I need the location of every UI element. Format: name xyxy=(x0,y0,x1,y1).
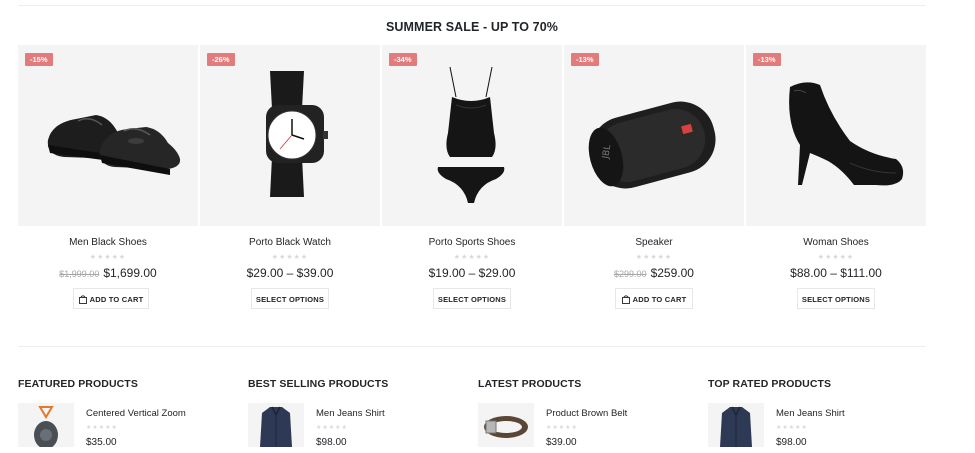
item-price: $35.00 xyxy=(86,437,117,448)
product-name[interactable]: Woman Shoes xyxy=(746,237,926,248)
product-name[interactable]: Porto Sports Shoes xyxy=(382,237,562,248)
product-image[interactable]: -26% xyxy=(200,45,380,226)
product-thumbnail[interactable] xyxy=(248,403,304,447)
section-divider xyxy=(18,346,926,347)
product-name[interactable]: Porto Black Watch xyxy=(200,237,380,248)
product-price: $88.00 – $111.00 xyxy=(746,266,926,280)
list-item[interactable]: Men Jeans Shirt ★★★★★ $98.00 xyxy=(248,403,468,453)
list-item[interactable]: Product Brown Belt ★★★★★ $39.00 xyxy=(478,403,698,453)
item-name[interactable]: Men Jeans Shirt xyxy=(316,408,385,419)
sale-price: $259.00 xyxy=(650,266,694,280)
product-image[interactable]: -13% xyxy=(746,45,926,226)
woman-shoe-image xyxy=(789,82,904,186)
button-label: ADD TO CART xyxy=(632,295,687,304)
product-grid: -15% Men Black Shoes ★★★★★ $1,999.00 $1,6… xyxy=(18,45,928,315)
featured-products-column: FEATURED PRODUCTS Centered Vertical Zoom… xyxy=(18,378,238,448)
discount-badge: -13% xyxy=(571,53,599,66)
product-thumbnail[interactable] xyxy=(18,403,74,447)
discount-badge: -15% xyxy=(25,53,53,66)
add-to-cart-button[interactable]: ADD TO CART xyxy=(615,288,693,309)
product-card[interactable]: -34% Porto Sports Shoes ★★★★★ $19.00 – $… xyxy=(382,45,562,315)
product-image[interactable]: JBL -13% xyxy=(564,45,744,226)
product-price: $299.00 $259.00 xyxy=(564,266,744,280)
latest-products-column: LATEST PRODUCTS Product Brown Belt ★★★★★… xyxy=(478,378,698,448)
rating-stars: ★★★★★ xyxy=(316,425,348,431)
discount-badge: -13% xyxy=(753,53,781,66)
select-options-button[interactable]: SELECT OPTIONS xyxy=(251,288,329,309)
top-divider xyxy=(18,5,926,6)
product-card[interactable]: -26% Porto Black Watch ★★★★★ $29.00 – $3… xyxy=(200,45,380,315)
list-item[interactable]: Men Jeans Shirt ★★★★★ $98.00 xyxy=(708,403,928,453)
select-options-button[interactable]: SELECT OPTIONS xyxy=(797,288,875,309)
item-name[interactable]: Product Brown Belt xyxy=(546,408,627,419)
old-price: $1,999.00 xyxy=(59,269,100,279)
speaker-image: JBL xyxy=(588,101,716,189)
product-name[interactable]: Men Black Shoes xyxy=(18,237,198,248)
column-title: BEST SELLING PRODUCTS xyxy=(248,378,389,390)
item-name[interactable]: Men Jeans Shirt xyxy=(776,408,845,419)
price-range: $88.00 – $111.00 xyxy=(790,266,882,280)
column-title: FEATURED PRODUCTS xyxy=(18,378,138,390)
belt-icon xyxy=(484,416,528,438)
item-price: $98.00 xyxy=(316,437,347,448)
old-price: $299.00 xyxy=(614,269,647,279)
product-image[interactable]: -34% xyxy=(382,45,562,226)
bag-icon xyxy=(621,294,630,304)
sale-price: $1,699.00 xyxy=(103,266,157,280)
column-title: LATEST PRODUCTS xyxy=(478,378,582,390)
product-card[interactable]: -15% Men Black Shoes ★★★★★ $1,999.00 $1,6… xyxy=(18,45,198,315)
list-item[interactable]: Centered Vertical Zoom ★★★★★ $35.00 xyxy=(18,403,238,453)
shirt-icon xyxy=(260,406,292,447)
product-card[interactable]: JBL -13% Speaker ★★★★★ $299.00 $259.00 AD… xyxy=(564,45,744,315)
select-options-button[interactable]: SELECT OPTIONS xyxy=(433,288,511,309)
watch-image xyxy=(266,71,328,197)
best-selling-column: BEST SELLING PRODUCTS Men Jeans Shirt ★★… xyxy=(248,378,468,448)
rating-stars: ★★★★★ xyxy=(453,254,491,261)
rating-stars: ★★★★★ xyxy=(271,254,309,261)
rating-stars: ★★★★★ xyxy=(635,254,673,261)
top-rated-column: TOP RATED PRODUCTS Men Jeans Shirt ★★★★★… xyxy=(708,378,928,448)
item-name[interactable]: Centered Vertical Zoom xyxy=(86,408,186,419)
add-to-cart-button[interactable]: ADD TO CART xyxy=(73,288,149,309)
column-title: TOP RATED PRODUCTS xyxy=(708,378,832,390)
product-thumbnail[interactable] xyxy=(708,403,764,447)
sports-outfit-image xyxy=(437,66,505,203)
item-price: $98.00 xyxy=(776,437,807,448)
product-name[interactable]: Speaker xyxy=(564,237,744,248)
men-shoes-image xyxy=(47,115,181,175)
price-range: $29.00 – $39.00 xyxy=(246,266,334,280)
product-price: $1,999.00 $1,699.00 xyxy=(18,266,198,280)
rating-stars: ★★★★★ xyxy=(546,425,578,431)
speaker-icon xyxy=(34,406,58,447)
product-price: $19.00 – $29.00 xyxy=(382,266,562,280)
product-price: $29.00 – $39.00 xyxy=(200,266,380,280)
shirt-icon xyxy=(720,406,752,447)
item-price: $39.00 xyxy=(546,437,577,448)
rating-stars: ★★★★★ xyxy=(89,254,127,261)
product-thumbnail[interactable] xyxy=(478,403,534,447)
button-label: ADD TO CART xyxy=(89,295,144,304)
rating-stars: ★★★★★ xyxy=(817,254,855,261)
rating-stars: ★★★★★ xyxy=(776,425,808,431)
rating-stars: ★★★★★ xyxy=(86,425,118,431)
product-image[interactable]: -15% xyxy=(18,45,198,226)
discount-badge: -34% xyxy=(389,53,417,66)
discount-badge: -26% xyxy=(207,53,235,66)
bag-icon xyxy=(78,294,87,304)
product-card[interactable]: -13% Woman Shoes ★★★★★ $88.00 – $111.00 … xyxy=(746,45,926,315)
price-range: $19.00 – $29.00 xyxy=(428,266,516,280)
section-title: SUMMER SALE - UP TO 70% xyxy=(385,20,558,34)
